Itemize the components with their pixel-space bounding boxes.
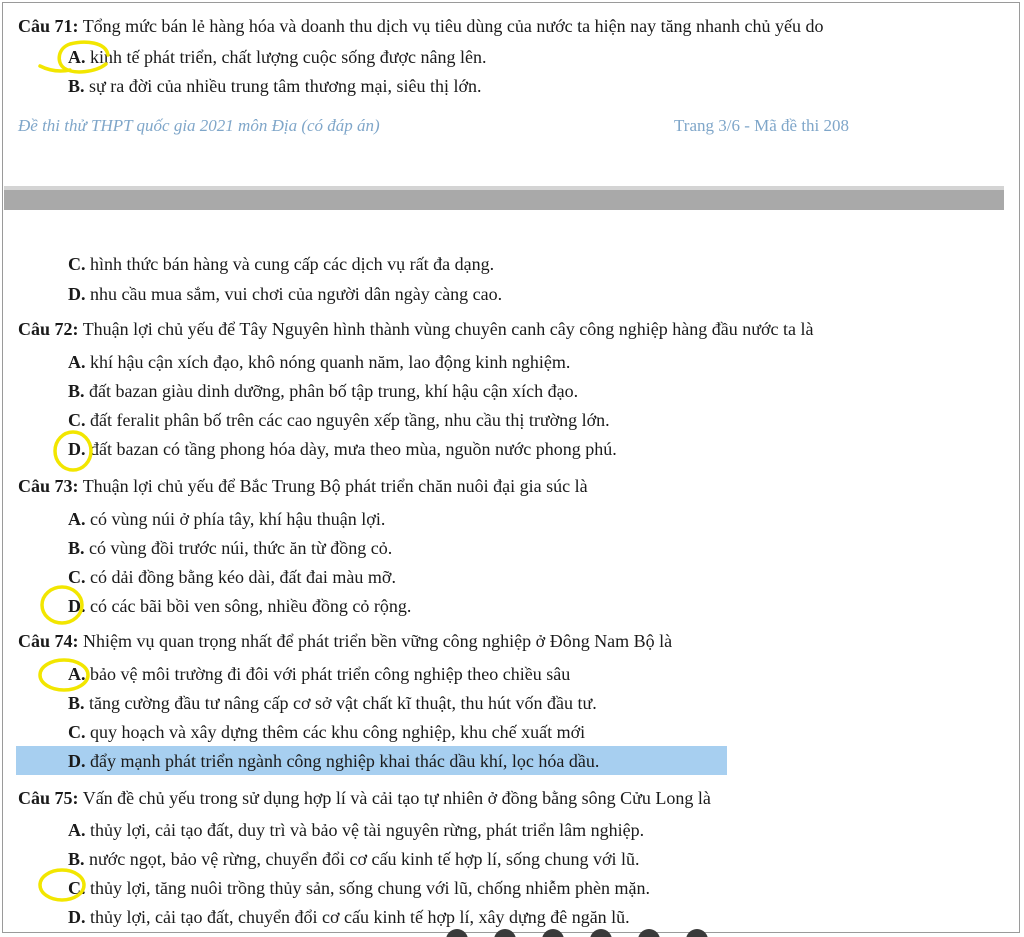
option-text: thủy lợi, cải tạo đất, duy trì và bảo vệ… xyxy=(85,820,645,840)
toolbar-dot-icon xyxy=(590,929,612,937)
option-71-a: A. kinh tế phát triển, chất lượng cuộc s… xyxy=(68,45,486,69)
toolbar-dot-icon xyxy=(638,929,660,937)
question-72: Câu 72: Thuận lợi chủ yếu để Tây Nguyên … xyxy=(18,317,813,341)
option-letter: A. xyxy=(68,509,86,529)
question-text: Vấn đề chủ yếu trong sử dụng hợp lí và c… xyxy=(78,788,711,808)
option-71-d: D. nhu cầu mua sắm, vui chơi của người d… xyxy=(68,282,502,306)
option-text: hình thức bán hàng và cung cấp các dịch … xyxy=(85,254,495,274)
option-letter: A. xyxy=(68,47,86,67)
option-letter: A. xyxy=(68,352,86,372)
option-letter: B. xyxy=(68,381,85,401)
option-text: tăng cường đầu tư nâng cấp cơ sở vật chấ… xyxy=(84,693,597,713)
option-letter: B. xyxy=(68,849,85,869)
question-number: Câu 75: xyxy=(18,788,79,808)
option-75-a: A. thủy lợi, cải tạo đất, duy trì và bảo… xyxy=(68,818,644,842)
option-text: có dải đồng bằng kéo dài, đất đai màu mỡ… xyxy=(85,567,396,587)
question-75: Câu 75: Vấn đề chủ yếu trong sử dụng hợp… xyxy=(18,786,711,810)
page-footer-title: Đề thi thử THPT quốc gia 2021 môn Địa (c… xyxy=(18,116,380,135)
option-text: đất feralit phân bố trên các cao nguyên … xyxy=(85,410,610,430)
page-break xyxy=(4,190,1004,210)
question-74: Câu 74: Nhiệm vụ quan trọng nhất để phát… xyxy=(18,629,672,653)
option-letter: D. xyxy=(68,907,86,927)
option-text: nước ngọt, bảo vệ rừng, chuyển đổi cơ cấ… xyxy=(84,849,640,869)
question-number: Câu 71: xyxy=(18,16,79,36)
option-letter: C. xyxy=(68,878,86,898)
option-73-b: B. có vùng đồi trước núi, thức ăn từ đồn… xyxy=(68,536,392,560)
toolbar-dot-icon xyxy=(686,929,708,937)
question-text: Nhiệm vụ quan trọng nhất để phát triển b… xyxy=(78,631,673,651)
toolbar-dot-icon xyxy=(494,929,516,937)
option-text: kinh tế phát triển, chất lượng cuộc sống… xyxy=(85,47,487,67)
option-letter: C. xyxy=(68,722,86,742)
bottom-toolbar xyxy=(446,929,708,937)
option-letter: B. xyxy=(68,693,85,713)
question-text: Tổng mức bán lẻ hàng hóa và doanh thu dị… xyxy=(78,16,824,36)
question-71: Câu 71: Tổng mức bán lẻ hàng hóa và doan… xyxy=(18,14,824,38)
page-footer-number: Trang 3/6 - Mã đề thi 208 xyxy=(674,116,850,135)
option-letter: A. xyxy=(68,820,86,840)
question-text: Thuận lợi chủ yếu để Tây Nguyên hình thà… xyxy=(78,319,814,339)
option-text: thủy lợi, tăng nuôi trồng thủy sản, sống… xyxy=(85,878,650,898)
option-75-c: C. thủy lợi, tăng nuôi trồng thủy sản, s… xyxy=(68,876,650,900)
option-letter: C. xyxy=(68,254,86,274)
option-72-c: C. đất feralit phân bố trên các cao nguy… xyxy=(68,408,610,432)
option-letter: D. xyxy=(68,439,86,459)
toolbar-dot-icon xyxy=(542,929,564,937)
option-71-b: B. sự ra đời của nhiều trung tâm thương … xyxy=(68,74,482,98)
option-letter: C. xyxy=(68,567,86,587)
option-73-a: A. có vùng núi ở phía tây, khí hậu thuận… xyxy=(68,507,385,531)
option-text: khí hậu cận xích đạo, khô nóng quanh năm… xyxy=(85,352,571,372)
toolbar-dot-icon xyxy=(446,929,468,937)
option-text: có vùng đồi trước núi, thức ăn từ đồng c… xyxy=(84,538,393,558)
question-text: Thuận lợi chủ yếu để Bắc Trung Bộ phát t… xyxy=(78,476,588,496)
option-72-d: D. đất bazan có tầng phong hóa dày, mưa … xyxy=(68,437,617,461)
option-letter: D. xyxy=(68,596,86,616)
option-74-b: B. tăng cường đầu tư nâng cấp cơ sở vật … xyxy=(68,691,597,715)
option-73-c: C. có dải đồng bằng kéo dài, đất đai màu… xyxy=(68,565,396,589)
option-71-c: C. hình thức bán hàng và cung cấp các dị… xyxy=(68,252,494,276)
question-number: Câu 72: xyxy=(18,319,79,339)
question-73: Câu 73: Thuận lợi chủ yếu để Bắc Trung B… xyxy=(18,474,588,498)
option-text: bảo vệ môi trường đi đôi với phát triển … xyxy=(85,664,571,684)
option-73-d: D. có các bãi bồi ven sông, nhiều đồng c… xyxy=(68,594,411,618)
option-text: đẩy mạnh phát triển ngành công nghiệp kh… xyxy=(85,751,600,771)
option-letter: D. xyxy=(68,284,86,304)
option-text: nhu cầu mua sắm, vui chơi của người dân … xyxy=(85,284,503,304)
option-72-b: B. đất bazan giàu dinh dưỡng, phân bố tậ… xyxy=(68,379,578,403)
option-74-d[interactable]: D. đẩy mạnh phát triển ngành công nghiệp… xyxy=(68,749,599,773)
option-74-c: C. quy hoạch và xây dựng thêm các khu cô… xyxy=(68,720,585,744)
option-72-a: A. khí hậu cận xích đạo, khô nóng quanh … xyxy=(68,350,570,374)
option-text: đất bazan giàu dinh dưỡng, phân bố tập t… xyxy=(84,381,579,401)
option-letter: C. xyxy=(68,410,86,430)
question-number: Câu 73: xyxy=(18,476,79,496)
option-letter: D. xyxy=(68,751,86,771)
question-number: Câu 74: xyxy=(18,631,79,651)
option-text: có các bãi bồi ven sông, nhiều đồng cỏ r… xyxy=(85,596,412,616)
option-text: có vùng núi ở phía tây, khí hậu thuận lợ… xyxy=(85,509,386,529)
option-letter: B. xyxy=(68,538,85,558)
option-letter: B. xyxy=(68,76,85,96)
option-74-a: A. bảo vệ môi trường đi đôi với phát tri… xyxy=(68,662,570,686)
option-text: sự ra đời của nhiều trung tâm thương mại… xyxy=(84,76,482,96)
option-75-b: B. nước ngọt, bảo vệ rừng, chuyển đổi cơ… xyxy=(68,847,640,871)
option-letter: A. xyxy=(68,664,86,684)
option-text: đất bazan có tầng phong hóa dày, mưa the… xyxy=(85,439,617,459)
option-text: quy hoạch và xây dựng thêm các khu công … xyxy=(85,722,586,742)
